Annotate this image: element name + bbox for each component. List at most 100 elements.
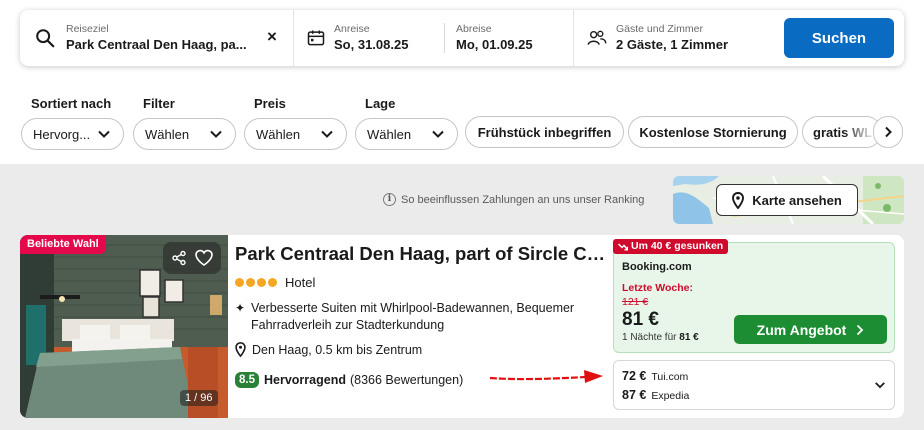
hotel-rating[interactable]: 8.5 Hervorragend (8366 Bewertungen) [235,372,463,388]
deal-price: 81 € [622,309,659,330]
sort-value: Hervorg... [33,126,91,142]
other-price: 87 € [622,388,647,402]
star-icon [235,278,244,287]
other-provider: Tui.com [651,371,689,383]
filter-group: Filter Wählen [133,96,236,150]
price-value: Wählen [256,126,301,142]
hotel-type: Hotel [285,275,316,290]
map-pin-icon [732,191,745,209]
top-deal[interactable]: Booking.com Letzte Woche: 121 € 81 € 1 N… [613,242,895,353]
price-drop-text: Um 40 € gesunken [631,240,724,252]
nights-total-price: 81 € [679,332,699,343]
popular-badge: Beliebte Wahl [20,235,106,254]
old-price: 121 € [622,296,649,308]
rating-reviews: (8366 Bewertungen) [349,373,464,387]
map-button-label: Karte ansehen [752,192,842,208]
hotel-stars: Hotel [235,275,315,290]
chip-breakfast[interactable]: Frühstück inbegriffen [465,116,624,148]
chevron-down-icon [210,130,222,138]
destination-label: Reiseziel [66,23,109,35]
ranking-note-text: So beeinflussen Zahlungen an uns unser R… [401,193,645,206]
image-counter: 1 / 96 [180,390,218,406]
dates-field: Anreise So, 31.08.25 Abreise Mo, 01.09.2… [294,10,573,66]
view-deal-label: Zum Angebot [756,321,847,338]
filter-value: Wählen [145,126,190,142]
price-select[interactable]: Wählen [244,118,347,150]
divider [444,23,445,53]
search-icon [36,29,55,48]
location-group: Lage Wählen [355,96,458,150]
hotel-name[interactable]: Park Centraal Den Haag, part of Sircle C… [235,243,607,265]
map-preview[interactable]: Karte ansehen [673,176,904,224]
price-drop-badge: Um 40 € gesunken [613,239,729,254]
hotel-image[interactable]: Beliebte Wahl 1 / 96 [20,235,228,418]
chevron-right-icon [857,324,864,335]
guests-value[interactable]: 2 Gäste, 1 Zimmer [616,36,728,54]
chevron-down-icon[interactable] [874,379,886,391]
sort-label: Sortiert nach [31,96,112,111]
nights-prefix: 1 Nächte für [622,332,677,343]
chip-free-cancellation[interactable]: Kostenlose Stornierung [628,116,798,148]
map-button[interactable]: Karte ansehen [716,184,858,216]
departure-label: Abreise [456,23,492,35]
search-button[interactable]: Suchen [784,18,894,58]
info-icon: i [383,193,396,206]
clear-icon[interactable]: × [263,28,281,46]
chevron-down-icon [432,130,444,138]
sparkle-icon: ✦ [235,301,246,315]
location-select[interactable]: Wählen [355,118,458,150]
location-value: Wählen [367,126,412,142]
other-price: 72 € [622,369,647,383]
rating-label: Hervorragend [264,373,346,387]
guests-icon [587,30,607,45]
destination-field[interactable]: Reiseziel Park Centraal Den Haag, pa... … [20,10,293,66]
image-actions [163,242,221,274]
chips-next-button[interactable] [873,116,903,148]
heart-icon[interactable] [194,249,214,267]
guests-field[interactable]: Gäste und Zimmer 2 Gäste, 1 Zimmer [574,10,784,66]
chevron-down-icon [98,130,110,138]
chip-label: Frühstück inbegriffen [477,124,612,140]
hotel-location-text: Den Haag, 0.5 km bis Zentrum [252,342,423,357]
star-icon [268,278,277,287]
view-deal-button[interactable]: Zum Angebot [734,315,887,344]
last-week-label: Letzte Woche: [622,282,693,294]
sort-group: Sortiert nach Hervorg... [21,96,124,150]
chip-free-wifi[interactable]: gratis WL [802,116,882,148]
calendar-icon [307,30,325,46]
chevron-down-icon [321,130,333,138]
other-prices[interactable]: 72 € Tui.com 87 € Expedia [613,360,895,410]
location-pin-icon [235,342,246,357]
search-bar: Reiseziel Park Centraal Den Haag, pa... … [20,10,904,66]
location-label: Lage [365,96,396,111]
ranking-note[interactable]: i So beeinflussen Zahlungen an uns unser… [383,193,644,206]
chip-label: Kostenlose Stornierung [639,124,787,140]
other-price-row: 72 € Tui.com [622,369,688,383]
departure-value[interactable]: Mo, 01.09.25 [456,36,533,54]
other-provider: Expedia [651,390,690,402]
filter-select[interactable]: Wählen [133,118,236,150]
price-group: Preis Wählen [244,96,347,150]
sort-select[interactable]: Hervorg... [21,118,124,150]
chevron-right-icon [885,126,892,138]
filter-bar: Sortiert nach Hervorg... Filter Wählen P… [0,82,924,164]
deal-provider: Booking.com [622,261,692,273]
star-icon [246,278,255,287]
rating-score: 8.5 [235,372,259,388]
annotation-arrow-icon [489,370,603,383]
trend-down-icon [618,242,628,251]
other-price-row: 87 € Expedia [622,388,689,402]
departure-field[interactable]: Abreise Mo, 01.09.25 [456,22,533,54]
filter-label: Filter [143,96,175,111]
hotel-card[interactable]: Beliebte Wahl 1 / 96 Park Centraal Den H… [20,235,904,418]
hotel-location: Den Haag, 0.5 km bis Zentrum [235,342,422,357]
share-icon[interactable] [171,250,187,266]
nights-total: 1 Nächte für 81 € [622,332,699,343]
guests-label: Gäste und Zimmer [616,23,703,35]
arrival-label: Anreise [334,23,370,35]
destination-value[interactable]: Park Centraal Den Haag, pa... [66,36,247,54]
price-label: Preis [254,96,286,111]
arrival-field[interactable]: Anreise So, 31.08.25 [334,22,444,54]
arrival-value[interactable]: So, 31.08.25 [334,36,444,54]
star-icon [257,278,266,287]
